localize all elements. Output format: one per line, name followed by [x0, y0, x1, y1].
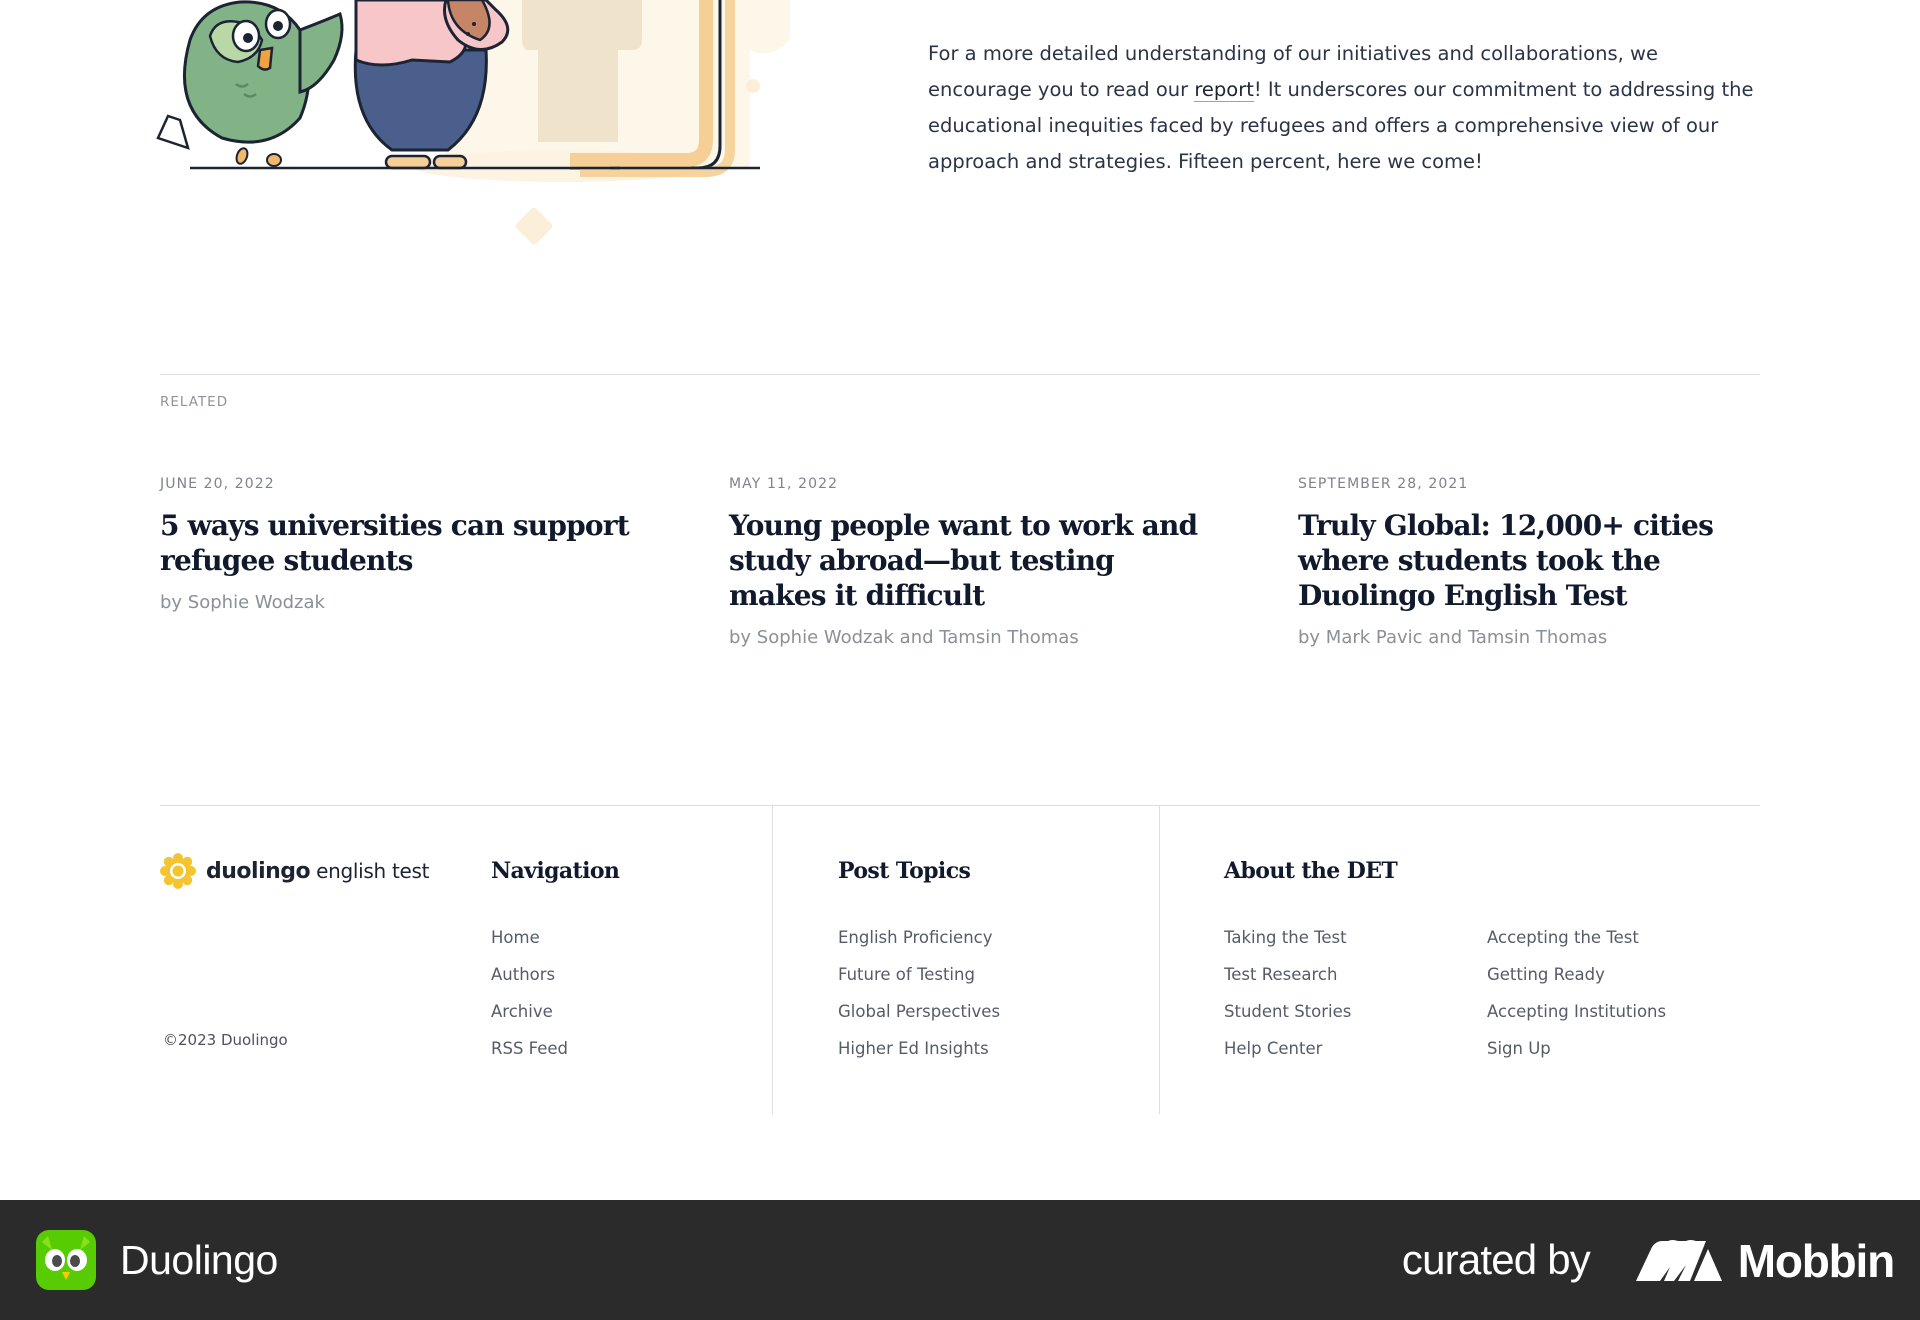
footer-column-divider	[772, 806, 773, 1114]
copyright-text: ©2023 Duolingo	[163, 1031, 288, 1049]
footer-link-accepting-the-test[interactable]: Accepting the Test	[1487, 919, 1666, 956]
footer-link-higher-ed-insights[interactable]: Higher Ed Insights	[838, 1030, 1000, 1067]
duolingo-owl-icon	[36, 1230, 96, 1290]
footer-link-future-of-testing[interactable]: Future of Testing	[838, 956, 1000, 993]
footer-link-getting-ready[interactable]: Getting Ready	[1487, 956, 1666, 993]
about-det-heading: About the DET	[1224, 858, 1398, 884]
card-author: by Mark Pavic and Tamsin Thomas	[1298, 627, 1608, 648]
brand-subtitle: english test	[316, 859, 430, 883]
card-title[interactable]: Truly Global: 12,000+ cities where stude…	[1298, 508, 1768, 613]
mascot-illustration	[156, 0, 790, 245]
card-author: by Sophie Wodzak and Tamsin Thomas	[729, 627, 1079, 648]
footer-link-rss-feed[interactable]: RSS Feed	[491, 1030, 568, 1067]
footer-column-divider	[1159, 806, 1160, 1114]
mobbin-logo: Mobbin	[1634, 1234, 1895, 1288]
navigation-links: Home Authors Archive RSS Feed	[491, 919, 568, 1067]
footer-link-taking-the-test[interactable]: Taking the Test	[1224, 919, 1351, 956]
curated-by-label: curated by	[1401, 1236, 1591, 1283]
mobbin-logo-icon	[1635, 1240, 1722, 1281]
footer-top-divider	[160, 805, 1760, 806]
card-date: JUNE 20, 2022	[160, 476, 275, 492]
footer-link-english-proficiency[interactable]: English Proficiency	[838, 919, 1000, 956]
footer-link-home[interactable]: Home	[491, 919, 568, 956]
related-card[interactable]: JUNE 20, 2022 5 ways universities can su…	[160, 476, 630, 613]
about-det-links-left: Taking the Test Test Research Student St…	[1224, 919, 1351, 1067]
about-det-links-right: Accepting the Test Getting Ready Accepti…	[1487, 919, 1666, 1067]
footer-link-accepting-institutions[interactable]: Accepting Institutions	[1487, 993, 1666, 1030]
footer-link-global-perspectives[interactable]: Global Perspectives	[838, 993, 1000, 1030]
card-title[interactable]: 5 ways universities can support refugee …	[160, 508, 630, 578]
footer-link-authors[interactable]: Authors	[491, 956, 568, 993]
footer-link-test-research[interactable]: Test Research	[1224, 956, 1351, 993]
report-link[interactable]: report	[1194, 78, 1254, 102]
curator-name: Mobbin	[1737, 1235, 1895, 1287]
related-card[interactable]: MAY 11, 2022 Young people want to work a…	[729, 476, 1199, 648]
footer-link-help-center[interactable]: Help Center	[1224, 1030, 1351, 1067]
det-sun-logo-icon	[160, 853, 196, 889]
post-topics-heading: Post Topics	[838, 858, 971, 884]
related-top-divider	[160, 374, 1760, 375]
card-date: SEPTEMBER 28, 2021	[1298, 476, 1469, 492]
navigation-heading: Navigation	[491, 858, 620, 884]
post-topics-links: English Proficiency Future of Testing Gl…	[838, 919, 1000, 1067]
footer-link-sign-up[interactable]: Sign Up	[1487, 1030, 1666, 1067]
attribution-bar: Duolingo curated by Mobbin	[0, 1200, 1920, 1320]
app-badge: Duolingo	[36, 1230, 278, 1290]
related-label: RELATED	[160, 394, 229, 410]
card-title[interactable]: Young people want to work and study abro…	[729, 508, 1199, 613]
related-card[interactable]: SEPTEMBER 28, 2021 Truly Global: 12,000+…	[1298, 476, 1768, 648]
article-intro-paragraph: For a more detailed understanding of our…	[928, 36, 1758, 180]
footer-link-archive[interactable]: Archive	[491, 993, 568, 1030]
card-author: by Sophie Wodzak	[160, 592, 325, 613]
brand-name: duolingo	[206, 858, 311, 884]
app-name: Duolingo	[120, 1236, 278, 1283]
footer-link-student-stories[interactable]: Student Stories	[1224, 993, 1351, 1030]
card-date: MAY 11, 2022	[729, 476, 839, 492]
footer-brand-logo[interactable]: duolingo english test	[160, 853, 430, 889]
